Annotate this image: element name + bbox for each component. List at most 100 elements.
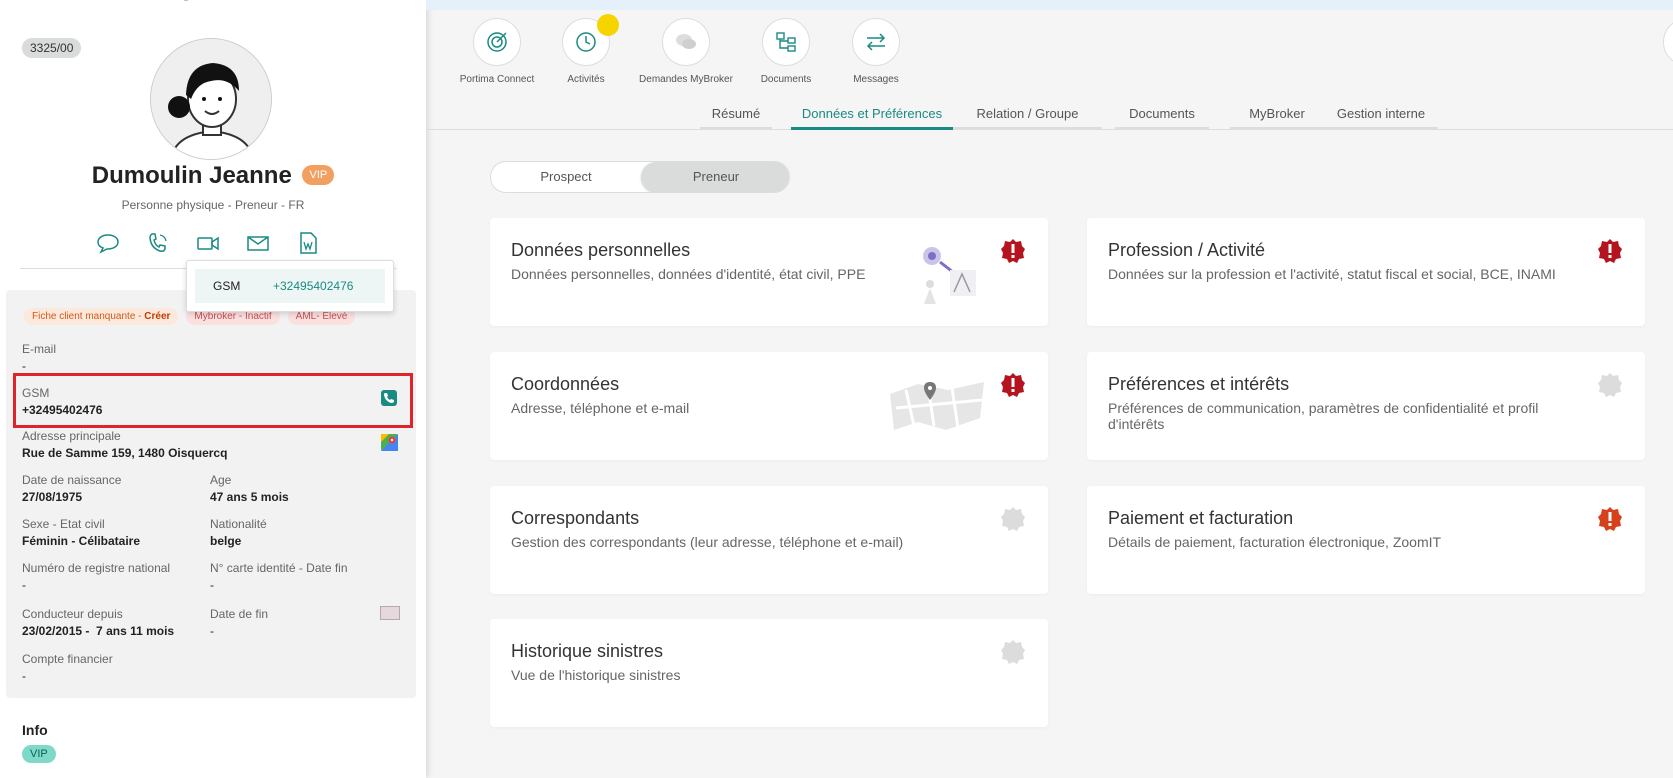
- inactive-badge-icon: [1001, 640, 1025, 664]
- card-title: Historique sinistres: [511, 641, 664, 661]
- nationality-label: Nationalité: [210, 517, 267, 531]
- messages-label: Messages: [853, 74, 899, 85]
- phone-call-icon[interactable]: [146, 232, 170, 254]
- messages-button[interactable]: [852, 18, 900, 66]
- email-field: E-mail -: [22, 342, 56, 373]
- video-call-icon[interactable]: [196, 232, 220, 254]
- portima-connect-button[interactable]: [473, 18, 521, 66]
- prospect-preneur-toggle[interactable]: Prospect Preneur: [490, 161, 790, 193]
- missing-record-tag[interactable]: Fiche client manquante - Créer: [24, 308, 179, 325]
- gsm-value: +32495402476: [22, 403, 103, 417]
- gsm-call-button[interactable]: [381, 390, 397, 406]
- card-preferences-interets[interactable]: Préférences et intérêts Préférences de c…: [1087, 352, 1645, 460]
- info-vip-badge: VIP: [22, 745, 56, 763]
- driver-since-field: Conducteur depuis 23/02/2015 - 7 ans 11 …: [22, 607, 174, 638]
- edge-action-button[interactable]: [1663, 18, 1673, 66]
- sex-civil-field: Sexe - Etat civil Féminin - Célibataire: [22, 517, 140, 548]
- arrows-icon: [866, 33, 886, 51]
- email-value: -: [22, 359, 26, 373]
- clock-icon: [576, 32, 596, 52]
- driver-since-value: 23/02/2015 - 7 ans 11 mois: [22, 624, 175, 638]
- gsm-popup-value[interactable]: +32495402476: [273, 279, 353, 293]
- tab-gestion-interne[interactable]: Gestion interne: [1324, 106, 1438, 130]
- tab-relation-groupe[interactable]: Relation / Groupe: [953, 106, 1102, 130]
- phone-icon: [384, 393, 394, 403]
- demandes-mybroker-button[interactable]: [662, 18, 710, 66]
- card-title: Profession / Activité: [1108, 240, 1266, 260]
- driver-license-icon[interactable]: [380, 606, 400, 620]
- card-correspondants[interactable]: Correspondants Gestion des correspondant…: [490, 486, 1048, 594]
- gsm-tooltip-popup: GSM +32495402476: [186, 260, 394, 312]
- card-description: Gestion des correspondants (leur adresse…: [511, 534, 904, 550]
- card-description: Détails de paiement, facturation électro…: [1108, 534, 1442, 550]
- card-donnees-personnelles[interactable]: Données personnelles Données personnelle…: [490, 218, 1048, 326]
- national-register-label: Numéro de registre national: [22, 561, 171, 575]
- inactive-badge-icon: [1598, 373, 1622, 397]
- national-register-value: -: [22, 578, 26, 592]
- google-maps-icon[interactable]: [381, 434, 398, 451]
- map-illustration-icon: [890, 382, 984, 430]
- tree-icon: [776, 32, 796, 52]
- top-strip: [426, 0, 1673, 10]
- chat-bubble-icon[interactable]: [96, 232, 120, 254]
- card-title: Correspondants: [511, 508, 640, 528]
- chat-icon: [676, 34, 696, 49]
- toggle-prospect[interactable]: Prospect: [491, 162, 641, 192]
- nationality-field: Nationalité belge: [210, 517, 267, 548]
- top-icons: [178, 0, 218, 8]
- tab-documents[interactable]: Documents: [1115, 106, 1209, 130]
- national-register-field: Numéro de registre national -: [22, 561, 170, 592]
- address-label: Adresse principale: [22, 429, 121, 443]
- financial-account-field: Compte financier -: [22, 652, 113, 683]
- client-sidebar: 3325/00 Dumoulin Jeanne VIP Personne phy…: [0, 0, 426, 778]
- word-document-icon[interactable]: [296, 232, 320, 254]
- email-label: E-mail: [22, 342, 57, 356]
- gsm-label: GSM: [22, 386, 50, 400]
- avatar-illustration: [151, 39, 271, 159]
- tab-resume[interactable]: Résumé: [700, 106, 772, 130]
- address-field: Adresse principale Rue de Samme 159, 148…: [22, 429, 227, 460]
- client-id-badge: 3325/00: [22, 38, 82, 58]
- alert-badge-icon: [1598, 239, 1622, 263]
- gsm-popup-row[interactable]: GSM +32495402476: [195, 269, 385, 303]
- gsm-popup-label: GSM: [213, 279, 241, 293]
- end-date-field: Date de fin -: [210, 607, 268, 638]
- birthdate-field: Date de naissance 27/08/1975: [22, 473, 121, 504]
- id-card-field: N° carte identité - Date fin -: [210, 561, 348, 592]
- target-icon: [487, 32, 507, 52]
- card-coordonnees[interactable]: Coordonnées Adresse, téléphone et e-mail: [490, 352, 1048, 460]
- client-avatar: [150, 38, 272, 160]
- client-subtitle: Personne physique - Preneur - FR: [121, 198, 305, 212]
- create-record-link[interactable]: Créer: [144, 311, 170, 322]
- tab-mybroker[interactable]: MyBroker: [1230, 106, 1324, 130]
- financial-account-label: Compte financier: [22, 652, 113, 666]
- age-field: Age 47 ans 5 mois: [210, 473, 289, 504]
- quick-action-messages[interactable]: Messages: [816, 18, 936, 85]
- email-icon[interactable]: [246, 232, 270, 254]
- age-value: 47 ans 5 mois: [210, 490, 289, 504]
- nationality-value: belge: [210, 534, 242, 548]
- card-title: Paiement et facturation: [1108, 508, 1294, 528]
- card-description: Vue de l'historique sinistres: [511, 667, 681, 683]
- sex-civil-label: Sexe - Etat civil: [22, 517, 105, 531]
- card-title: Données personnelles: [511, 240, 691, 260]
- gsm-field: GSM +32495402476: [22, 386, 102, 417]
- address-value: Rue de Samme 159, 1480 Oisquercq: [22, 446, 228, 460]
- card-paiement-facturation[interactable]: Paiement et facturation Détails de paiem…: [1087, 486, 1645, 594]
- card-profession-activite[interactable]: Profession / Activité Données sur la pro…: [1087, 218, 1645, 326]
- birthdate-label: Date de naissance: [22, 473, 122, 487]
- card-historique-sinistres[interactable]: Historique sinistres Vue de l'historique…: [490, 619, 1048, 727]
- info-section-title: Info: [22, 722, 48, 738]
- top-partial-icons: [183, 0, 189, 1]
- id-card-value: -: [210, 578, 214, 592]
- toggle-preneur[interactable]: Preneur: [641, 162, 789, 192]
- card-title: Préférences et intérêts: [1108, 374, 1290, 394]
- warning-badge-icon: [1598, 507, 1622, 531]
- documents-button[interactable]: [762, 18, 810, 66]
- financial-account-value: -: [22, 669, 26, 683]
- tab-donnees-preferences[interactable]: Données et Préférences: [791, 106, 953, 130]
- personal-data-illustration-icon: [923, 247, 976, 304]
- contact-actions: [96, 232, 320, 254]
- alert-badge-icon: [1001, 373, 1025, 397]
- vip-badge: VIP: [302, 165, 335, 185]
